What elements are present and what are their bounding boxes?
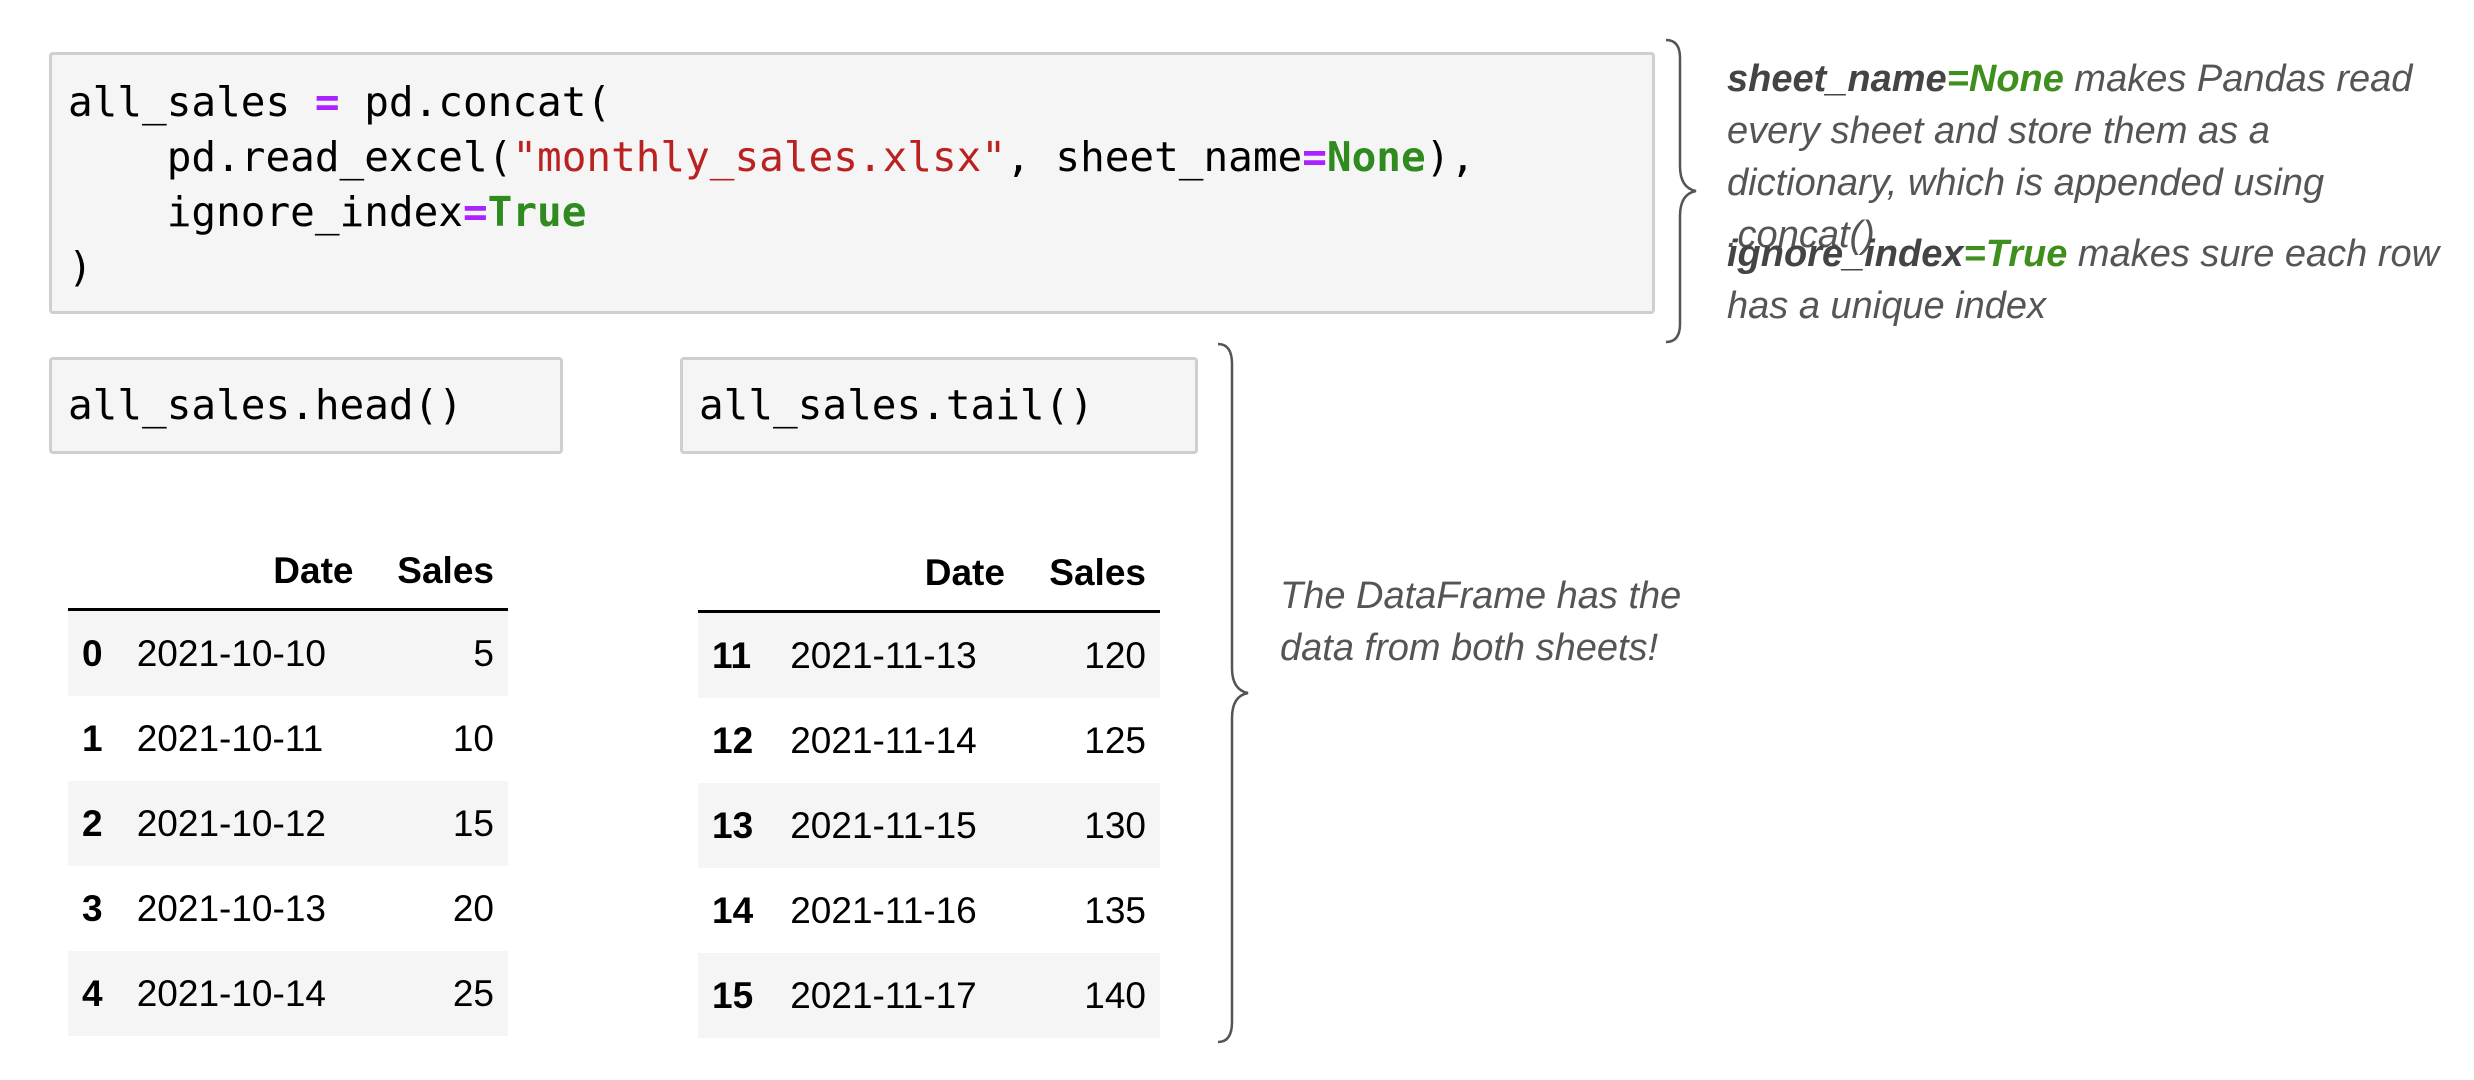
index-header [698,514,777,613]
table-row: 4 2021-10-14 25 [68,951,508,1036]
note-param-name: ignore_index [1727,233,1964,275]
row-index: 14 [712,889,754,931]
cell-sales: 125 [1084,719,1146,761]
cell-sales: 140 [1084,974,1146,1016]
index-header [68,512,123,611]
table-row: 15 2021-11-17 140 [698,953,1160,1038]
code-token-call: pd.concat( [364,78,612,126]
row-index: 15 [712,974,754,1016]
note-param-value: True [1985,233,2068,275]
cell-date: 2021-11-13 [790,634,977,676]
note-dataframe: The DataFrame has the data from both she… [1280,570,1700,674]
row-index: 4 [82,972,103,1014]
cell-sales: 25 [452,972,494,1014]
cell-date: 2021-10-11 [136,717,324,759]
row-index: 11 [712,634,752,676]
code-line-4: ) [68,240,1634,295]
code-cell-head[interactable]: all_sales.head() [49,357,563,454]
cell-date: 2021-11-16 [790,889,977,931]
code-token-punct: ), [1425,133,1476,181]
code-line-1: all_sales = pd.concat( [68,75,1634,130]
code-token-arg: ignore_index [166,188,463,236]
row-index: 2 [82,802,103,844]
table-row: 11 2021-11-13 120 [698,611,1160,698]
cell-sales: 15 [452,802,494,844]
brace-dataframe-note [1217,342,1249,1044]
cell-sales: 130 [1084,804,1146,846]
column-header-date: Date [122,512,368,611]
code-token-arg: , sheet_name [1006,133,1303,181]
column-header-sales: Sales [367,512,508,611]
code-token-punct: ) [68,243,93,291]
cell-sales: 10 [452,717,494,759]
row-index: 13 [712,804,754,846]
note-param-op: = [1946,58,1969,100]
code-token-string: "monthly_sales.xlsx" [512,133,1007,181]
row-index: 12 [712,719,754,761]
code-token-op: = [1302,133,1327,181]
note-param-value: None [1968,58,2064,100]
note-ignore-index: ignore_index=True makes sure each row ha… [1727,228,2447,332]
code-line-3: ignore_index=True [68,185,1634,240]
cell-date: 2021-11-14 [790,719,977,761]
table-row: 0 2021-10-10 5 [68,609,508,696]
code-line-2: pd.read_excel("monthly_sales.xlsx", shee… [68,130,1634,185]
table-row: 2 2021-10-12 15 [68,781,508,866]
row-index: 3 [82,887,103,929]
table-row: 14 2021-11-16 135 [698,868,1160,953]
code-token-op: = [314,78,340,126]
code-token-var: all_sales [68,78,291,126]
column-header-date: Date [776,514,1019,613]
code-tail-text: all_sales.tail() [699,381,1094,429]
note-text: The DataFrame has the data from both she… [1280,575,1682,669]
table-row: 13 2021-11-15 130 [698,783,1160,868]
code-cell-concat[interactable]: all_sales = pd.concat( pd.read_excel("mo… [49,52,1655,314]
cell-date: 2021-10-14 [136,972,326,1014]
brace-top-notes [1665,38,1697,344]
cell-date: 2021-10-13 [136,887,326,929]
code-cell-tail[interactable]: all_sales.tail() [680,357,1198,454]
cell-sales: 20 [452,887,494,929]
row-index: 1 [82,717,103,759]
table-row: 12 2021-11-14 125 [698,698,1160,783]
cell-sales: 5 [473,632,494,674]
row-index: 0 [82,632,103,674]
table-row: 3 2021-10-13 20 [68,866,508,951]
cell-sales: 120 [1084,634,1146,676]
cell-date: 2021-11-15 [790,804,977,846]
table-header-row: Date Sales [68,512,508,611]
note-param-op: = [1963,233,1986,275]
code-token-op: = [462,188,488,236]
cell-date: 2021-10-10 [136,632,326,674]
code-token-keyword: True [487,188,587,236]
code-token-keyword: None [1326,133,1426,181]
code-head-text: all_sales.head() [68,381,463,429]
note-param-name: sheet_name [1727,58,1947,100]
cell-sales: 135 [1084,889,1146,931]
table-row: 1 2021-10-11 10 [68,696,508,781]
table-header-row: Date Sales [698,514,1160,613]
cell-date: 2021-11-17 [790,974,977,1016]
column-header-sales: Sales [1018,514,1160,613]
head-dataframe-table: Date Sales 0 2021-10-10 5 1 2021-10-11 10 22… [68,512,508,1036]
tail-dataframe-table: Date Sales 11 2021-11-13 120 12 2021-11-14 1… [698,514,1160,1038]
cell-date: 2021-10-12 [136,802,326,844]
code-token-call: pd.read_excel( [166,133,513,181]
